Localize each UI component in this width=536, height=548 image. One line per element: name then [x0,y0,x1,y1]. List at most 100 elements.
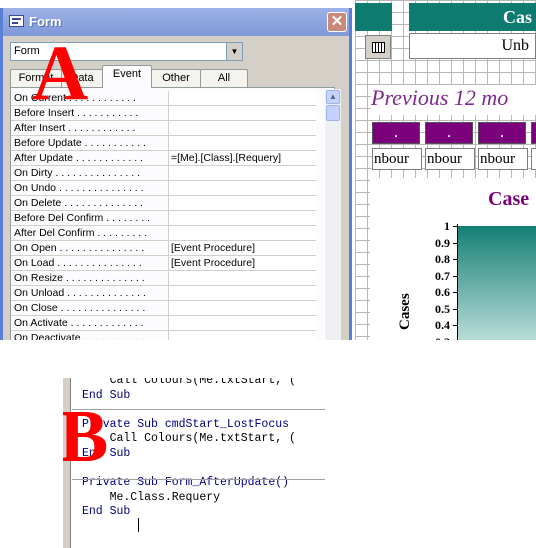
vba-code-editor[interactable]: Call Colours(Me.txtStart, ( End Sub Privat… [63,378,325,548]
code-line[interactable]: Private Sub cmdStart_LostFocus [82,418,289,432]
procedure-separator [72,479,325,480]
scroll-up-button[interactable]: ▲ [326,90,340,104]
previous-12-months-label[interactable]: Previous 12 mo [371,85,536,115]
property-name: On Activate . . . . . . . . . . . . . [14,316,166,330]
access-design-view: Cas Unb Previous 12 mo . . . nbour nbour… [0,0,536,340]
dropdown-arrow-button[interactable]: ▼ [226,43,242,60]
property-name: On Dirty . . . . . . . . . . . . . . . [14,166,166,180]
label-letter-b: B [63,396,109,478]
form-header-title-text: Cas [502,7,532,27]
procedure-separator [72,409,325,410]
property-row[interactable]: On Close . . . . . . . . . . . . . . . [11,301,316,316]
property-name: After Del Confirm . . . . . . . . . [14,226,166,240]
chevron-up-icon: ▲ [329,92,337,101]
code-line[interactable]: End Sub [82,505,130,519]
month-header-box-1[interactable]: . [372,122,420,144]
property-name: On Unload . . . . . . . . . . . . . . [14,286,166,300]
property-row[interactable]: On Resize . . . . . . . . . . . . . . [11,271,316,286]
property-name: After Update . . . . . . . . . . . . [14,151,166,165]
chart-title: Case [488,188,530,210]
property-row[interactable]: On Delete . . . . . . . . . . . . . . [11,196,316,211]
property-name: On Open . . . . . . . . . . . . . . . [14,241,166,255]
y-tick-label: 0.9 [435,235,450,250]
tab-other[interactable]: Other [151,69,201,87]
neighbour-textbox-1[interactable]: nbour [372,148,422,170]
month-header-box-4[interactable] [531,122,536,144]
property-value-field[interactable] [168,196,316,210]
property-value-field[interactable] [168,181,316,195]
property-row[interactable]: Before Del Confirm . . . . . . . . [11,211,316,226]
property-value-field[interactable] [168,316,316,330]
y-tick-label: 0.7 [435,268,450,283]
neighbour-textbox-4[interactable] [531,148,536,170]
property-row[interactable]: Before Update . . . . . . . . . . . [11,136,316,151]
property-value-field[interactable] [168,271,316,285]
property-name: Before Del Confirm . . . . . . . . [14,211,166,225]
property-value-field[interactable] [168,301,316,315]
property-row[interactable]: On Deactivate . . . . . . . . . . . [11,331,316,340]
y-tick-label: 0.4 [435,318,450,332]
month-header-box-3[interactable]: . [478,122,526,144]
label-letter-a: A [32,29,89,116]
form-header-title[interactable]: Cas [409,3,536,31]
chevron-down-icon: ▼ [230,47,239,56]
property-value-field[interactable] [168,331,316,340]
property-value-field[interactable] [168,166,316,180]
form-header-bar [355,3,392,31]
chart-bar [458,226,536,340]
month-header-box-2[interactable]: . [425,122,473,144]
close-icon: ✕ [330,13,344,30]
property-row[interactable]: After Insert . . . . . . . . . . . . [11,121,316,136]
y-tick-label: 1 [444,219,450,233]
scrollbar-thumb[interactable] [326,105,340,121]
property-value-field[interactable] [168,226,316,240]
properties-icon [9,15,24,27]
cases-chart[interactable]: Case Cases 1 0.9 0.8 0.7 0.6 0.5 0.4 0.3 [370,178,536,340]
property-name: On Delete . . . . . . . . . . . . . . [14,196,166,210]
calendar-button[interactable] [365,35,391,59]
property-row[interactable]: After Update . . . . . . . . . . . . =[Me… [11,151,316,166]
tab-all[interactable]: All [200,69,248,87]
neighbour-textbox-2[interactable]: nbour [425,148,475,170]
property-row[interactable]: On Open . . . . . . . . . . . . . . . [Ev… [11,241,316,256]
close-button[interactable]: ✕ [327,12,347,32]
property-value-field[interactable]: [Event Procedure] [168,241,316,255]
code-line[interactable]: Me.Class.Requery [82,491,220,505]
property-value-field[interactable] [168,211,316,225]
unbound-textbox[interactable]: Unb [409,33,536,59]
property-row[interactable]: On Undo . . . . . . . . . . . . . . . [11,181,316,196]
event-properties-list: On Current . . . . . . . . . . . . Before… [10,87,335,340]
vertical-scrollbar[interactable]: ▲ [325,89,341,340]
tab-event[interactable]: Event [102,65,152,88]
property-row[interactable]: On Unload . . . . . . . . . . . . . . [11,286,316,301]
property-sheet-title: Form [29,14,62,29]
text-caret [138,518,139,532]
calendar-icon [371,41,385,53]
property-value-field[interactable] [168,121,316,135]
property-value-field[interactable] [168,106,316,120]
property-name: On Close . . . . . . . . . . . . . . . [14,301,166,315]
property-value-field[interactable] [168,91,316,105]
y-tick-label: 0.3 [420,335,450,341]
code-line[interactable]: Call Colours(Me.txtStart, ( [82,432,296,446]
neighbour-textbox-3[interactable]: nbour [478,148,528,170]
y-tick-label: 0.8 [435,252,450,266]
property-row[interactable]: On Dirty . . . . . . . . . . . . . . . [11,166,316,181]
property-name: On Load . . . . . . . . . . . . . . . [14,256,166,270]
property-value-field[interactable]: =[Me].[Class].[Requery] [168,151,316,165]
property-name: Before Update . . . . . . . . . . . [14,136,166,150]
y-tick-label: 0.6 [435,285,450,299]
code-line[interactable]: Call Colours(Me.txtStart, ( [82,378,296,388]
property-row[interactable]: On Activate . . . . . . . . . . . . . [11,316,316,331]
form-design-grid[interactable]: Cas Unb Previous 12 mo . . . nbour nbour… [355,0,536,340]
property-name: On Deactivate . . . . . . . . . . . [14,331,166,340]
property-name: After Insert . . . . . . . . . . . . [14,121,166,135]
property-value-field[interactable] [168,286,316,300]
property-value-field[interactable] [168,136,316,150]
property-row[interactable]: After Del Confirm . . . . . . . . . [11,226,316,241]
property-name: On Undo . . . . . . . . . . . . . . . [14,181,166,195]
property-row[interactable]: On Load . . . . . . . . . . . . . . . [Ev… [11,256,316,271]
property-name: On Resize . . . . . . . . . . . . . . [14,271,166,285]
property-value-field[interactable]: [Event Procedure] [168,256,316,270]
y-axis-label: Cases [397,293,413,330]
